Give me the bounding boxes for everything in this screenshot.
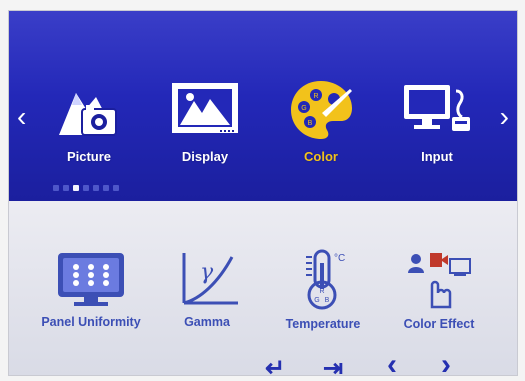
page-dot [53,185,59,191]
picture-icon [39,75,139,145]
color-effect-icon [379,249,499,311]
menu-tile-picture[interactable]: Picture [39,75,139,164]
enter-icon[interactable]: ↵ [265,357,285,376]
osd-menu: ‹ › Picture Display R G B Color Input Pa… [8,10,518,376]
thermometer-icon: °C R G B [263,249,383,311]
svg-text:°C: °C [334,253,345,264]
panel-grid-icon [31,249,151,309]
page-dot [83,185,89,191]
menu-tile-label: Picture [66,149,112,164]
menu-tile-display[interactable]: Display [155,75,255,164]
svg-text:R: R [313,93,318,100]
next-arrow-icon[interactable]: › [441,350,451,376]
page-dot-active [73,185,79,191]
svg-text:G: G [301,105,306,112]
menu-tile-color[interactable]: R G B Color [271,75,371,164]
svg-text:γ: γ [200,260,214,285]
submenu-item-label: Gamma [184,315,230,329]
page-indicator [53,185,119,193]
exit-icon[interactable]: ⇥ [323,357,343,376]
submenu-item-label: Panel Uniformity [41,315,141,329]
svg-text:B: B [325,297,330,304]
submenu-item-label: Color Effect [403,317,475,331]
submenu-item-panel-uniformity[interactable]: Panel Uniformity [31,249,151,329]
submenu-item-color-effect[interactable]: Color Effect [379,249,499,331]
scroll-right-arrow[interactable]: › [500,103,509,131]
page-dot [63,185,69,191]
svg-text:G: G [314,297,319,304]
submenu-item-gamma[interactable]: γ Gamma [147,249,267,329]
menu-tile-label: Display [181,149,229,164]
palette-icon: R G B [271,75,371,145]
input-icon [387,75,487,145]
menu-tile-label: Color [304,149,338,164]
prev-arrow-icon[interactable]: ‹ [387,350,397,376]
display-icon [155,75,255,145]
menu-tile-input[interactable]: Input [387,75,487,164]
page-dot [113,185,119,191]
submenu-item-label: Temperature [285,317,361,331]
page-dot [103,185,109,191]
page-dot [93,185,99,191]
menu-tile-label: Input [421,149,453,164]
svg-text:R: R [319,288,324,295]
submenu-item-temperature[interactable]: °C R G B Temperature [263,249,383,331]
scroll-left-arrow[interactable]: ‹ [17,103,26,131]
gamma-curve-icon: γ [147,249,267,309]
svg-text:B: B [308,120,313,127]
